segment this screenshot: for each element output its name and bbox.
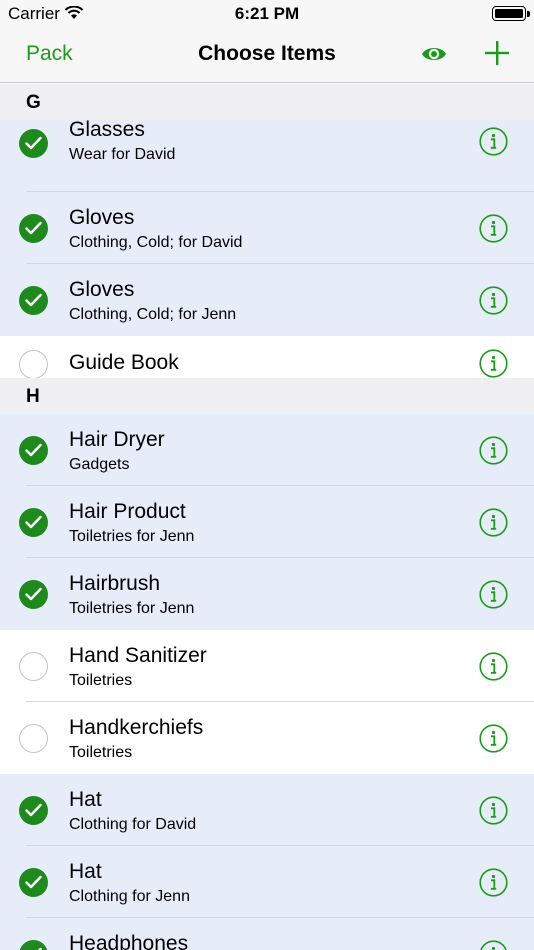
unchecked-circle-icon[interactable]: [19, 350, 48, 379]
eye-icon[interactable]: [421, 42, 447, 66]
info-icon[interactable]: [479, 940, 508, 950]
item-title: Gloves: [69, 278, 135, 301]
info-icon[interactable]: [479, 127, 508, 156]
list-item[interactable]: Hair Dryer Gadgets: [0, 414, 534, 486]
item-title: Glasses: [69, 118, 145, 141]
section-header: H: [0, 378, 534, 414]
item-subtitle: Gadgets: [69, 456, 130, 473]
section-g: G Glasses Wear for David Gloves Clothing…: [0, 84, 534, 392]
checkmark-icon[interactable]: [19, 940, 48, 950]
info-icon[interactable]: [479, 508, 508, 537]
info-icon[interactable]: [479, 349, 508, 378]
checkmark-icon[interactable]: [19, 286, 48, 315]
list-item[interactable]: Headphones: [0, 918, 534, 950]
info-icon[interactable]: [479, 796, 508, 825]
navigation-bar: Pack Choose Items: [0, 28, 534, 83]
checkmark-icon[interactable]: [19, 129, 48, 158]
item-title: Hairbrush: [69, 572, 161, 595]
status-bar: Carrier 6:21 PM: [0, 0, 534, 28]
section-header: G: [0, 84, 534, 120]
info-icon[interactable]: [479, 580, 508, 609]
item-title: Handkerchiefs: [69, 716, 204, 739]
status-time: 6:21 PM: [234, 4, 300, 23]
page-title: Choose Items: [198, 42, 336, 65]
item-title: Guide Book: [69, 351, 179, 374]
info-icon[interactable]: [479, 286, 508, 315]
list-item[interactable]: Gloves Clothing, Cold; for Jenn: [0, 264, 534, 336]
list-item[interactable]: Handkerchiefs Toiletries: [0, 702, 534, 774]
item-subtitle: Clothing for David: [69, 816, 197, 833]
item-subtitle: Toiletries: [69, 672, 133, 689]
item-subtitle: Clothing, Cold; for Jenn: [69, 306, 237, 323]
checkmark-icon[interactable]: [19, 214, 48, 243]
item-subtitle: Clothing for Jenn: [69, 888, 190, 905]
item-subtitle: Clothing, Cold; for David: [69, 234, 243, 251]
item-title: Hair Product: [69, 500, 186, 523]
checkmark-icon[interactable]: [19, 580, 48, 609]
item-subtitle: Toiletries: [69, 744, 133, 761]
list-item[interactable]: Hair Product Toiletries for Jenn: [0, 486, 534, 558]
checkmark-icon[interactable]: [19, 796, 48, 825]
item-subtitle: Toiletries for Jenn: [69, 528, 195, 545]
item-title: Headphones: [69, 932, 189, 950]
info-icon[interactable]: [479, 868, 508, 897]
checkmark-icon[interactable]: [19, 436, 48, 465]
checkmark-icon[interactable]: [19, 868, 48, 897]
info-icon[interactable]: [479, 724, 508, 753]
list-item[interactable]: Hairbrush Toiletries for Jenn: [0, 558, 534, 630]
unchecked-circle-icon[interactable]: [19, 724, 48, 753]
plus-icon[interactable]: [484, 40, 510, 66]
list-item[interactable]: Hat Clothing for Jenn: [0, 846, 534, 918]
list-item[interactable]: Hat Clothing for David: [0, 774, 534, 846]
item-subtitle: Wear for David: [69, 146, 176, 163]
info-icon[interactable]: [479, 652, 508, 681]
section-h: H Hair Dryer Gadgets Hair Product Toilet…: [0, 378, 534, 950]
section-letter: H: [26, 386, 40, 407]
item-subtitle: Toiletries for Jenn: [69, 600, 195, 617]
list-item[interactable]: Hand Sanitizer Toiletries: [0, 630, 534, 702]
item-title: Gloves: [69, 206, 135, 229]
item-title: Hat: [69, 860, 102, 883]
checkmark-icon[interactable]: [19, 508, 48, 537]
info-icon[interactable]: [479, 214, 508, 243]
item-title: Hair Dryer: [69, 428, 165, 451]
list-item[interactable]: Glasses Wear for David: [0, 118, 534, 192]
section-letter: G: [26, 92, 41, 113]
unchecked-circle-icon[interactable]: [19, 652, 48, 681]
item-title: Hat: [69, 788, 102, 811]
battery-icon: [492, 6, 530, 21]
items-list[interactable]: G Glasses Wear for David Gloves Clothing…: [0, 84, 534, 950]
item-title: Hand Sanitizer: [69, 644, 207, 667]
list-item[interactable]: Gloves Clothing, Cold; for David: [0, 192, 534, 264]
info-icon[interactable]: [479, 436, 508, 465]
